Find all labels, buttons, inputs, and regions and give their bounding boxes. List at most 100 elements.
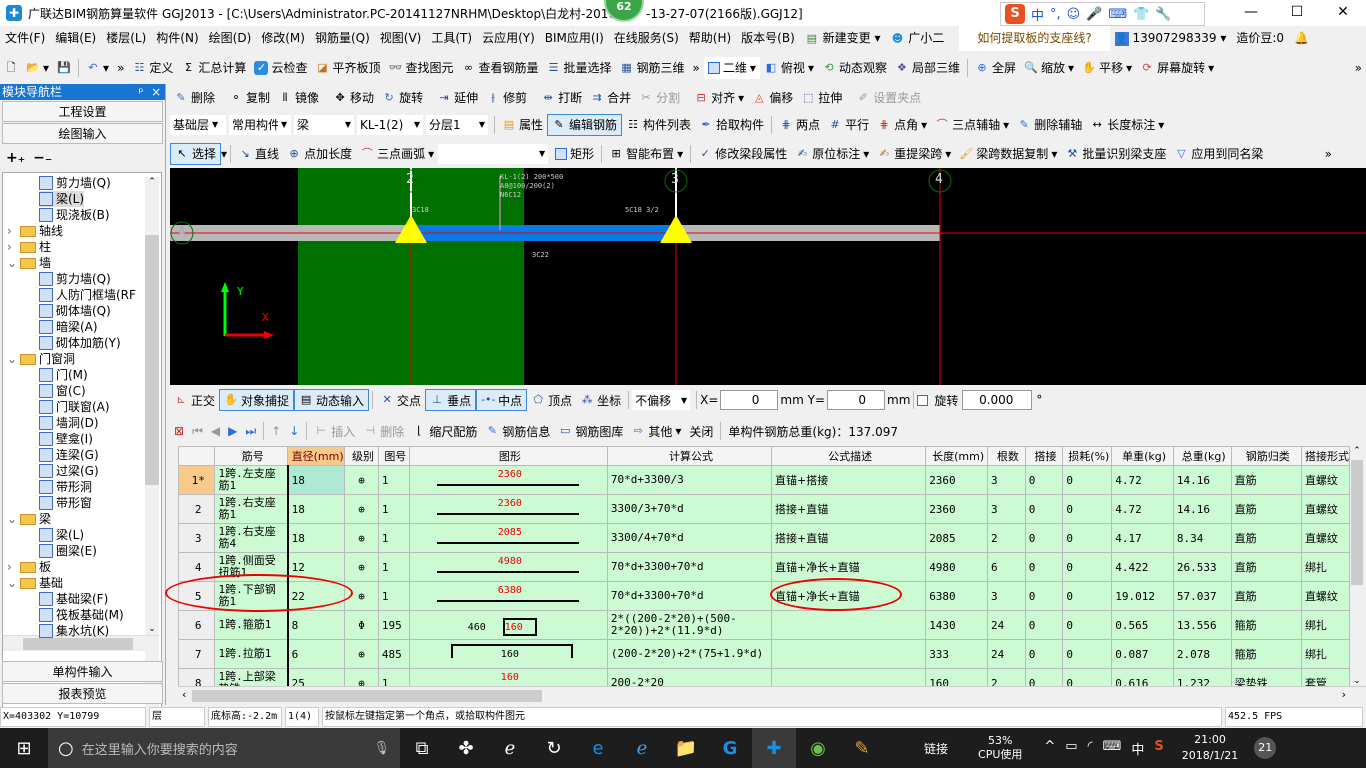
break-button[interactable]: ⇹ 打断 <box>537 87 586 109</box>
cell-loss[interactable]: 0 <box>1062 639 1113 669</box>
layer-select[interactable]: 分层1 ▼ <box>426 114 488 135</box>
cell-total-w[interactable]: 26.533 <box>1172 552 1232 582</box>
tree-folder[interactable]: ⌄ 梁 <box>7 511 51 527</box>
cell-count[interactable]: 3 <box>987 581 1026 611</box>
tree-folder[interactable]: › 板 <box>7 559 51 575</box>
cell-total-w[interactable]: 14.16 <box>1172 465 1232 495</box>
column-header[interactable]: 搭接 <box>1024 446 1064 466</box>
prev-record-button[interactable]: ◀ <box>207 420 224 442</box>
cell-unit-w[interactable]: 0.616 <box>1111 668 1174 686</box>
column-header[interactable]: 搭接形式 <box>1300 446 1350 466</box>
scroll-up-icon[interactable]: ⌃ <box>145 177 159 187</box>
rotate-button[interactable]: ↻ 旋转 <box>378 87 427 109</box>
batch-select-button[interactable]: ☰ 批量选择 <box>543 57 616 79</box>
cell-formula[interactable]: 70*d+3300+70*d <box>606 552 773 582</box>
cell-desc[interactable]: 搭接+直锚 <box>771 494 927 524</box>
grid-scroll-thumb[interactable] <box>1351 460 1363 585</box>
scroll-right-icon[interactable]: › <box>1342 688 1346 701</box>
cell-formula[interactable]: 3300/4+70*d <box>606 523 773 553</box>
rebar-shape-cell[interactable]: 160 <box>408 639 608 669</box>
perpendicular-snap-toggle[interactable]: ⊥ 垂点 <box>425 389 477 411</box>
cell-desc[interactable]: 直锚+搭接 <box>771 465 927 495</box>
cell-total-w[interactable]: 57.037 <box>1172 581 1232 611</box>
column-header[interactable]: 图形 <box>408 446 608 466</box>
new-change-button[interactable]: ▤ 新建变更 ▾ <box>800 26 886 51</box>
link-label[interactable]: 链接 <box>924 740 948 757</box>
pan-button[interactable]: ✋ 平移 ▾ <box>1078 57 1136 79</box>
cell-loss[interactable]: 0 <box>1062 581 1113 611</box>
cell-total-w[interactable]: 1.232 <box>1172 668 1232 686</box>
start-button[interactable]: ⊞ <box>0 728 48 768</box>
table-row[interactable]: 2 1跨.右支座筋1 18 ⊕ 1 2360 3300/3+70*d 搭接+直锚 2360 3 0 0… <box>178 494 1350 524</box>
cell-loss[interactable]: 0 <box>1062 668 1113 686</box>
cell-desc[interactable] <box>771 639 927 669</box>
menu-view[interactable]: 视图(V) <box>375 26 427 51</box>
menu-component[interactable]: 构件(N) <box>151 26 203 51</box>
y-offset-input[interactable]: 0 <box>827 390 886 410</box>
cell-fig[interactable]: 195 <box>377 610 410 640</box>
cell-formula[interactable]: 70*d+3300/3 <box>606 465 773 495</box>
cell-fig[interactable]: 1 <box>377 494 410 524</box>
ortho-toggle[interactable]: ⊾ 正交 <box>170 389 219 411</box>
scroll-thumb[interactable] <box>145 235 159 485</box>
cell-unit-w[interactable]: 19.012 <box>1111 581 1174 611</box>
tree-folder[interactable]: ⌄ 墙 <box>7 255 51 271</box>
browser-swirl-icon[interactable]: ↻ <box>532 728 576 768</box>
pinwheel-app-icon[interactable]: ✤ <box>444 728 488 768</box>
cell-unit-w[interactable]: 4.72 <box>1111 494 1174 524</box>
row-number[interactable]: 6 <box>178 610 216 640</box>
expand-all-icon[interactable]: +₊ <box>6 150 25 166</box>
cell-grade[interactable]: Φ <box>344 610 379 640</box>
cell-unit-w[interactable]: 0.087 <box>1111 639 1174 669</box>
cell-cat[interactable]: 梁垫铁 <box>1230 668 1302 686</box>
maximize-button[interactable]: ☐ <box>1274 0 1320 26</box>
edge-browser-icon[interactable]: e <box>576 728 620 768</box>
cell-formula[interactable]: (200-2*20)+2*(75+1.9*d) <box>606 639 773 669</box>
tree-item[interactable]: 墙洞(D) <box>39 415 99 431</box>
ime-toolbar[interactable]: S 中 °, ☺ 🎤 ⌨ 👕 🔧 <box>1000 2 1205 26</box>
cell-loss[interactable]: 0 <box>1062 552 1113 582</box>
cell-count[interactable]: 24 <box>987 610 1026 640</box>
cell-len[interactable]: 2085 <box>925 523 989 553</box>
floor-select[interactable]: 基础层 ▼ <box>170 114 226 135</box>
cell-lap[interactable]: 0 <box>1024 494 1064 524</box>
cell-dia[interactable]: 8 <box>286 610 346 640</box>
cell-unit-w[interactable]: 4.422 <box>1111 552 1174 582</box>
coordinate-snap-toggle[interactable]: ⁂ 坐标 <box>576 389 625 411</box>
menu-modify[interactable]: 修改(M) <box>256 26 310 51</box>
microphone-icon[interactable]: 🎙 <box>373 741 390 756</box>
cell-len[interactable]: 160 <box>925 668 989 686</box>
open-file-button[interactable]: 📂 ▾ <box>22 57 53 79</box>
tree-item[interactable]: 圈梁(E) <box>39 543 97 559</box>
new-file-button[interactable]: 🗋 <box>0 57 22 79</box>
tree-item[interactable]: 剪力墙(Q) <box>39 271 111 287</box>
cell-lap-type[interactable]: 绑扎 <box>1300 552 1350 582</box>
tree-folder[interactable]: › 柱 <box>7 239 51 255</box>
offset-mode-select[interactable]: 不偏移 ▼ <box>632 390 691 410</box>
insert-row-button[interactable]: ⊢ 插入 <box>310 420 359 442</box>
ie-legacy-icon[interactable]: ℯ <box>488 728 532 768</box>
first-record-button[interactable]: ⏮ <box>188 420 207 442</box>
table-row[interactable]: 5 1跨.下部钢筋1 22 ⊕ 1 6380 70*d+3300+70*d 直锚+净长+直锚 6… <box>178 581 1350 611</box>
cell-cat[interactable]: 箍筋 <box>1230 610 1302 640</box>
taskbar-search[interactable]: ○ 在这里输入你要搜索的内容 🎙 <box>48 728 400 768</box>
chevron-down-icon[interactable]: ⌄ <box>7 255 17 271</box>
cell-len[interactable]: 2360 <box>925 465 989 495</box>
file-explorer-icon[interactable]: 📁 <box>664 728 708 768</box>
chevron-down-icon[interactable]: ⌄ <box>7 511 17 527</box>
column-header[interactable]: 损耗(%) <box>1062 446 1113 466</box>
other-button[interactable]: ⇨ 其他 ▾ <box>627 420 685 442</box>
notification-center-button[interactable]: 21 <box>1254 737 1277 759</box>
cell-unit-w[interactable]: 4.72 <box>1111 465 1174 495</box>
table-row[interactable]: 81跨.上部梁垫铁25⊕1160200-2*201602000.6161.232… <box>178 668 1350 686</box>
tree-item[interactable]: 现浇板(B) <box>39 207 110 223</box>
scroll-up-icon[interactable]: ⌃ <box>1350 446 1364 456</box>
save-button[interactable]: 💾 <box>53 57 75 79</box>
cloud-check-button[interactable]: ✓ 云检查 <box>250 57 311 79</box>
offset-button[interactable]: ◬ 偏移 <box>748 87 797 109</box>
grid-hscroll-thumb[interactable] <box>192 690 542 702</box>
column-header[interactable]: 根数 <box>987 446 1026 466</box>
cell-dia[interactable]: 18 <box>286 465 346 495</box>
cell-count[interactable]: 3 <box>987 465 1026 495</box>
cell-desc[interactable]: 直锚+净长+直锚 <box>771 552 927 582</box>
